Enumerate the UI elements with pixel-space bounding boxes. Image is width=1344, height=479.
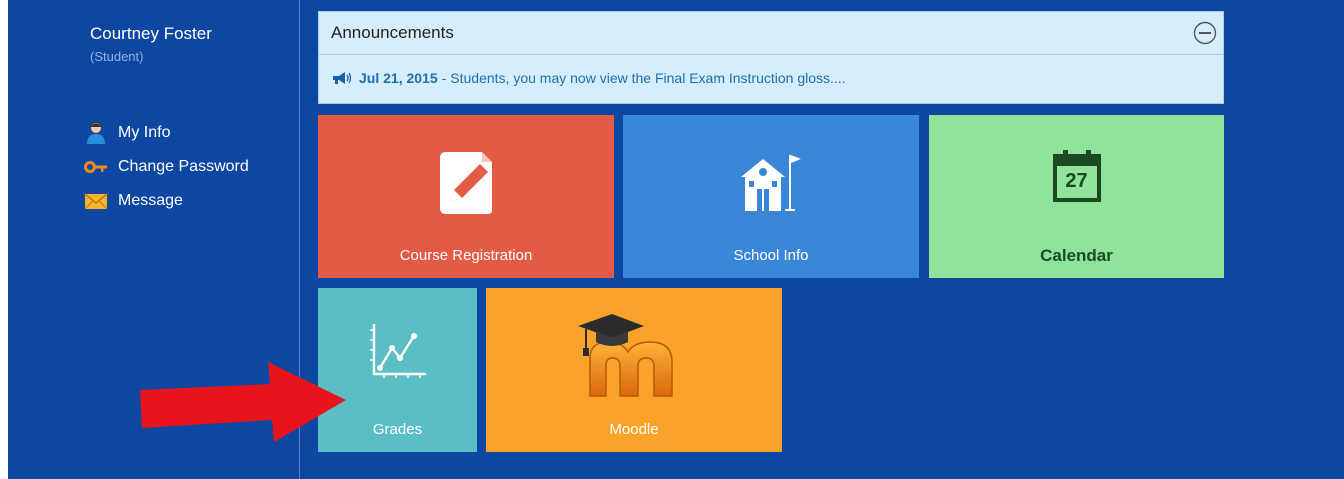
page-frame: Courtney Foster (Student) My Info Change… — [8, 0, 1344, 479]
sidebar-item-my-info[interactable]: My Info — [84, 116, 249, 150]
document-pencil-icon — [440, 152, 492, 214]
key-icon — [84, 155, 108, 179]
announcement-separator: - — [441, 70, 447, 86]
person-icon — [84, 121, 108, 145]
sidebar-item-change-password[interactable]: Change Password — [84, 150, 249, 184]
tile-moodle[interactable]: Moodle — [486, 288, 782, 452]
tile-school-info[interactable]: School Info — [623, 115, 919, 278]
tile-label: Calendar — [1040, 246, 1113, 265]
user-name: Courtney Foster — [90, 24, 212, 43]
collapse-icon[interactable] — [1193, 21, 1217, 45]
calendar-icon: 27 — [1051, 148, 1103, 204]
announcement-text: Students, you may now view the Final Exa… — [450, 70, 846, 86]
tile-label: Moodle — [609, 421, 659, 438]
announcement-date: Jul 21, 2015 — [359, 70, 438, 86]
announcement-item[interactable]: Jul 21, 2015 - Students, you may now vie… — [331, 70, 846, 86]
sidebar-item-label: Message — [118, 192, 183, 209]
pointer-arrow-icon — [140, 362, 346, 442]
sidebar-item-label: Change Password — [118, 158, 249, 175]
sidebar-item-label: My Info — [118, 124, 171, 141]
tile-calendar[interactable]: 27 Calendar — [929, 115, 1224, 278]
announcements-title: Announcements — [331, 23, 454, 42]
envelope-icon — [84, 189, 108, 213]
user-role: (Student) — [90, 49, 144, 64]
moodle-logo — [578, 314, 673, 397]
announcements-panel: Announcements Jul 21, 2015 - Students, y… — [318, 11, 1224, 104]
megaphone-icon — [333, 72, 352, 84]
tile-label: School Info — [733, 247, 809, 264]
line-chart-icon — [369, 324, 426, 378]
tile-label: Course Registration — [399, 247, 533, 264]
sidebar-item-message[interactable]: Message — [84, 184, 249, 218]
announcements-header: Announcements — [319, 12, 1223, 55]
calendar-day: 27 — [1065, 170, 1088, 192]
tile-course-registration[interactable]: Course Registration — [318, 115, 614, 278]
school-building-icon — [741, 155, 801, 211]
sidebar-nav: My Info Change Password Message — [84, 116, 249, 218]
